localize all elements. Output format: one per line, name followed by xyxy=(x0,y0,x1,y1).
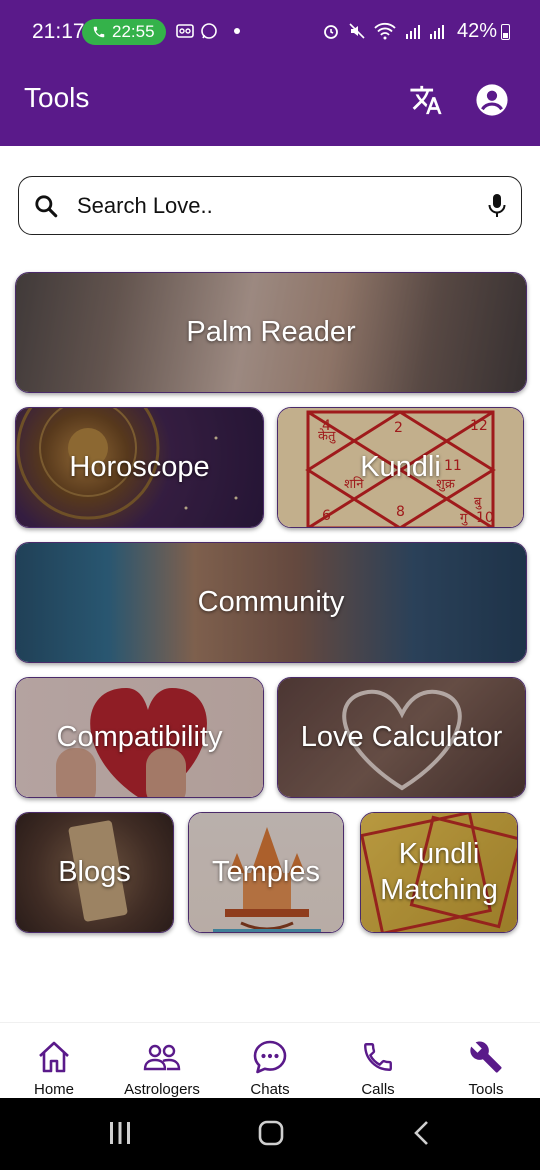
nav-chats[interactable]: Chats xyxy=(216,1023,324,1099)
blogs-card[interactable]: Blogs xyxy=(15,812,174,933)
account-circle-icon xyxy=(476,84,508,116)
nav-home-label: Home xyxy=(33,1081,74,1098)
microphone-icon[interactable] xyxy=(487,193,507,219)
nav-calls-label: Calls xyxy=(361,1081,395,1098)
phone-icon xyxy=(93,26,105,38)
alarm-icon xyxy=(324,25,338,39)
call-timer: 22:55 xyxy=(112,22,155,41)
palm-reader-card[interactable]: Palm Reader xyxy=(15,272,527,393)
nav-astrologers[interactable]: Astrologers xyxy=(108,1023,216,1099)
search-bar[interactable] xyxy=(18,176,522,235)
notification-dot xyxy=(234,28,240,34)
whatsapp-icon xyxy=(201,23,217,39)
nav-chats-label: Chats xyxy=(250,1081,290,1098)
horoscope-card[interactable]: Horoscope xyxy=(15,407,264,528)
voicemail-icon xyxy=(176,24,194,38)
community-label: Community xyxy=(197,585,345,618)
community-card[interactable]: Community xyxy=(15,542,527,663)
nav-tools-label: Tools xyxy=(468,1081,504,1098)
search-icon xyxy=(35,195,58,218)
translate-button[interactable] xyxy=(406,80,446,120)
nav-calls[interactable]: Calls xyxy=(324,1023,432,1099)
page-title: Tools xyxy=(24,82,90,113)
wifi-icon xyxy=(374,22,396,40)
kundli-matching-card[interactable]: Kundli Matching xyxy=(360,812,518,933)
temples-card[interactable]: Temples xyxy=(188,812,344,933)
home-button-icon[interactable] xyxy=(258,1120,284,1146)
status-bar: 21:17 22:55 42% xyxy=(0,0,540,64)
battery-indicator: 42% xyxy=(457,20,510,43)
battery-percent: 42% xyxy=(456,20,497,42)
battery-icon xyxy=(501,23,510,40)
nav-tools[interactable]: Tools xyxy=(432,1023,540,1099)
profile-button[interactable] xyxy=(472,80,512,120)
compatibility-card[interactable]: Compatibility xyxy=(15,677,264,798)
love-calculator-card[interactable]: Love Calculator xyxy=(277,677,526,798)
translate-icon xyxy=(410,85,442,115)
nav-astrologers-label: Astrologers xyxy=(124,1081,200,1098)
horoscope-label: Horoscope xyxy=(69,450,210,483)
mute-icon xyxy=(349,23,365,39)
app-bar: Tools xyxy=(0,64,540,146)
phone-icon xyxy=(364,1043,392,1071)
recents-icon[interactable] xyxy=(108,1120,132,1146)
love-calculator-label: Love Calculator xyxy=(300,720,503,753)
compatibility-label: Compatibility xyxy=(56,720,223,753)
palm-reader-label: Palm Reader xyxy=(186,315,356,348)
home-icon xyxy=(39,1041,69,1073)
kundli-card[interactable]: 4 2 12 केतु शनि 11 शुक्र 6 8 बु गु 10 Ku… xyxy=(277,407,524,528)
nav-home[interactable]: Home xyxy=(0,1023,108,1099)
system-navigation-bar xyxy=(0,1098,540,1170)
chat-icon xyxy=(253,1040,287,1074)
people-icon xyxy=(143,1044,181,1071)
signal-icon xyxy=(406,25,444,39)
ongoing-call-chip[interactable]: 22:55 xyxy=(82,19,166,45)
search-input[interactable] xyxy=(77,187,477,225)
wrench-icon xyxy=(470,1041,502,1073)
kundli-matching-label: Kundli Matching xyxy=(380,838,498,906)
kundli-label: Kundli xyxy=(360,450,441,483)
back-icon[interactable] xyxy=(412,1120,432,1146)
status-time: 21:17 xyxy=(32,20,85,43)
blogs-label: Blogs xyxy=(58,855,131,888)
temples-label: Temples xyxy=(212,855,320,888)
bottom-navigation: Home Astrologers Chats Calls Tools xyxy=(0,1022,540,1098)
